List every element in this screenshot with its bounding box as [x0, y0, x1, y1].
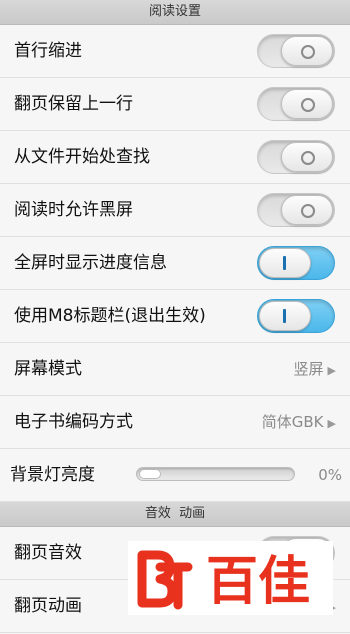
section-header-effects: 音效 动画	[0, 502, 350, 527]
setting-row-show-progress[interactable]: 全屏时显示进度信息	[0, 237, 350, 290]
setting-row-m8-titlebar[interactable]: 使用M8标题栏(退出生效)	[0, 290, 350, 343]
on-indicator-icon	[283, 256, 286, 270]
screen-mode-value: 竖屏 ▶	[294, 343, 336, 397]
setting-label: 使用M8标题栏(退出生效)	[14, 306, 206, 326]
on-indicator-icon	[283, 309, 286, 323]
arrow-right-icon: ▶	[327, 417, 336, 430]
setting-row-first-line-indent[interactable]: 首行缩进	[0, 25, 350, 78]
settings-screen: 阅读设置 首行缩进 翻页保留上一行 从文件开始处查找 阅读时允许黑屏 全屏时显示…	[0, 0, 350, 633]
setting-label: 屏幕模式	[14, 359, 82, 379]
ebook-encoding-text: 简体GBK	[261, 413, 324, 431]
setting-label: 从文件开始处查找	[14, 147, 150, 167]
setting-label: 首行缩进	[14, 41, 82, 61]
backlight-slider[interactable]	[136, 467, 295, 481]
setting-row-screen-mode[interactable]: 屏幕模式 竖屏 ▶	[0, 343, 350, 396]
setting-label: 翻页动画	[14, 596, 82, 616]
setting-row-keep-last-line[interactable]: 翻页保留上一行	[0, 78, 350, 131]
setting-label: 翻页音效	[14, 543, 82, 563]
off-indicator-icon	[301, 45, 315, 59]
toggle-knob	[281, 195, 333, 225]
search-from-start-toggle[interactable]	[257, 140, 335, 174]
backlight-percent: 0%	[318, 466, 342, 484]
ebook-encoding-value: 简体GBK ▶	[262, 396, 336, 450]
setting-label: 背景灯亮度	[10, 465, 95, 485]
toggle-knob	[259, 248, 311, 278]
brand-logo-icon: 百佳	[137, 550, 310, 611]
setting-label: 全屏时显示进度信息	[14, 253, 167, 273]
off-indicator-icon	[301, 204, 315, 218]
arrow-right-icon: ▶	[327, 364, 336, 377]
allow-screen-off-toggle[interactable]	[257, 193, 335, 227]
screen-mode-text: 竖屏	[293, 360, 324, 378]
setting-row-search-from-start[interactable]: 从文件开始处查找	[0, 131, 350, 184]
m8-titlebar-toggle[interactable]	[257, 299, 335, 333]
toggle-knob	[281, 142, 333, 172]
keep-last-line-toggle[interactable]	[257, 87, 335, 121]
setting-row-backlight: 背景灯亮度 0%	[0, 449, 350, 502]
setting-label: 电子书编码方式	[14, 412, 133, 432]
section-header-reading: 阅读设置	[0, 0, 350, 25]
toggle-knob	[281, 89, 333, 119]
toggle-knob	[281, 36, 333, 66]
slider-thumb[interactable]	[139, 469, 161, 479]
off-indicator-icon	[301, 151, 315, 165]
first-line-indent-toggle[interactable]	[257, 34, 335, 68]
show-progress-toggle[interactable]	[257, 246, 335, 280]
toggle-knob	[259, 301, 311, 331]
setting-row-ebook-encoding[interactable]: 电子书编码方式 简体GBK ▶	[0, 396, 350, 449]
brand-text: 百佳	[206, 552, 310, 611]
setting-label: 阅读时允许黑屏	[14, 200, 133, 220]
off-indicator-icon	[301, 98, 315, 112]
setting-row-allow-screen-off[interactable]: 阅读时允许黑屏	[0, 184, 350, 237]
brand-watermark: 百佳	[128, 541, 333, 615]
setting-label: 翻页保留上一行	[14, 94, 133, 114]
